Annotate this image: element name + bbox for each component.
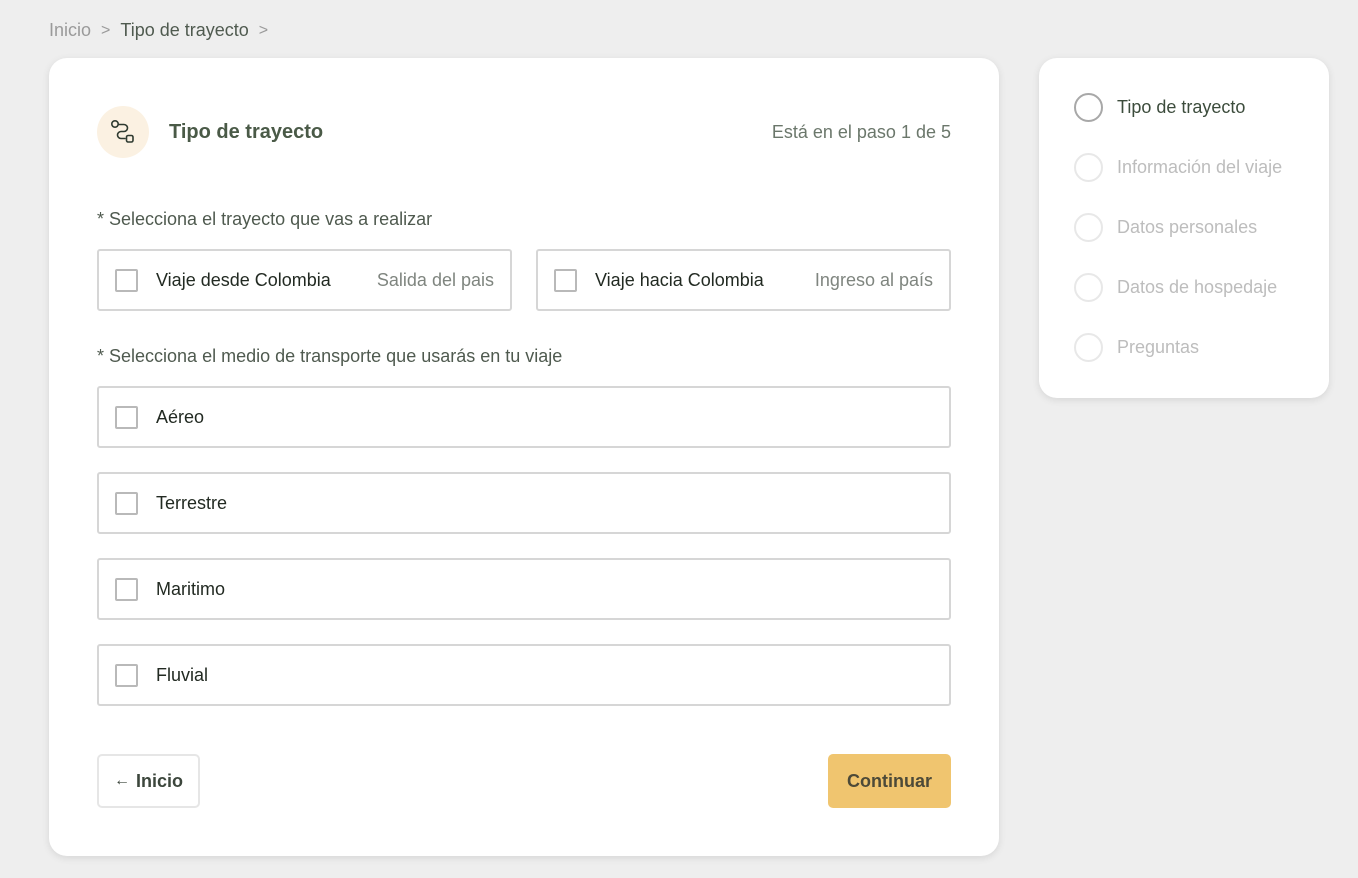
option-label: Fluvial <box>156 664 209 685</box>
step-circle-icon <box>1074 213 1103 242</box>
step-label: Tipo de trayecto <box>1117 97 1246 117</box>
checkbox[interactable] <box>115 405 138 429</box>
card-header: Tipo de trayecto Está en el paso 1 de 5 <box>97 106 951 158</box>
breadcrumb-separator: > <box>258 21 269 39</box>
arrow-left-icon: ← <box>113 772 130 789</box>
steps-panel: Tipo de trayecto Información del viaje D… <box>1039 58 1329 398</box>
option-label: Viaje hacia Colombia <box>595 269 764 290</box>
option-description: Salida del pais <box>376 269 494 290</box>
step-circle-icon <box>1074 333 1103 362</box>
breadcrumb-current: Tipo de trayecto <box>120 20 249 40</box>
step-label: Información del viaje <box>1117 157 1283 177</box>
checkbox[interactable] <box>115 663 138 687</box>
checkbox[interactable] <box>115 491 138 515</box>
trip-section-label: * Selecciona el trayecto que vas a reali… <box>97 209 433 229</box>
step-indicator: Está en el paso 1 de 5 <box>771 121 951 142</box>
step-item-preguntas[interactable]: Preguntas <box>1074 333 1199 362</box>
back-button-label: Inicio <box>135 770 183 791</box>
transport-option-maritimo[interactable]: Maritimo <box>97 558 951 620</box>
back-button[interactable]: ← Inicio <box>97 754 200 808</box>
transport-option-aereo[interactable]: Aéreo <box>97 386 951 448</box>
page-title: Tipo de trayecto <box>169 120 324 143</box>
transport-option-terrestre[interactable]: Terrestre <box>97 472 951 534</box>
breadcrumb-separator: > <box>101 21 111 39</box>
form-card: Tipo de trayecto Está en el paso 1 de 5 … <box>49 58 999 856</box>
breadcrumb-home-link[interactable]: Inicio <box>49 20 91 41</box>
checkbox[interactable] <box>554 268 577 292</box>
step-item-datos-personales[interactable]: Datos personales <box>1074 213 1257 242</box>
step-circle-icon <box>1074 273 1103 302</box>
step-label: Datos personales <box>1117 217 1258 237</box>
option-description: Ingreso al país <box>814 269 933 290</box>
checkbox[interactable] <box>115 268 138 292</box>
option-label: Terrestre <box>156 492 228 513</box>
option-label: Aéreo <box>156 406 205 427</box>
trip-option-to-colombia[interactable]: Viaje hacia Colombia Ingreso al país <box>536 249 951 311</box>
step-label: Datos de hospedaje <box>1117 277 1278 297</box>
continue-button[interactable]: Continuar <box>828 754 951 808</box>
step-item-datos-de-hospedaje[interactable]: Datos de hospedaje <box>1074 273 1277 302</box>
step-circle-icon <box>1074 93 1103 122</box>
step-circle-icon <box>1074 153 1103 182</box>
option-label: Maritimo <box>156 578 226 599</box>
step-item-tipo-de-trayecto[interactable]: Tipo de trayecto <box>1074 93 1245 122</box>
step-item-informacion-del-viaje[interactable]: Información del viaje <box>1074 153 1282 182</box>
trip-option-from-colombia[interactable]: Viaje desde Colombia Salida del pais <box>97 249 512 311</box>
option-label: Viaje desde Colombia <box>156 269 331 290</box>
route-icon <box>97 106 149 158</box>
breadcrumb: Inicio > Tipo de trayecto > <box>49 20 268 41</box>
step-label: Preguntas <box>1117 337 1200 357</box>
transport-section-label: * Selecciona el medio de transporte que … <box>97 346 563 366</box>
transport-option-fluvial[interactable]: Fluvial <box>97 644 951 706</box>
checkbox[interactable] <box>115 577 138 601</box>
